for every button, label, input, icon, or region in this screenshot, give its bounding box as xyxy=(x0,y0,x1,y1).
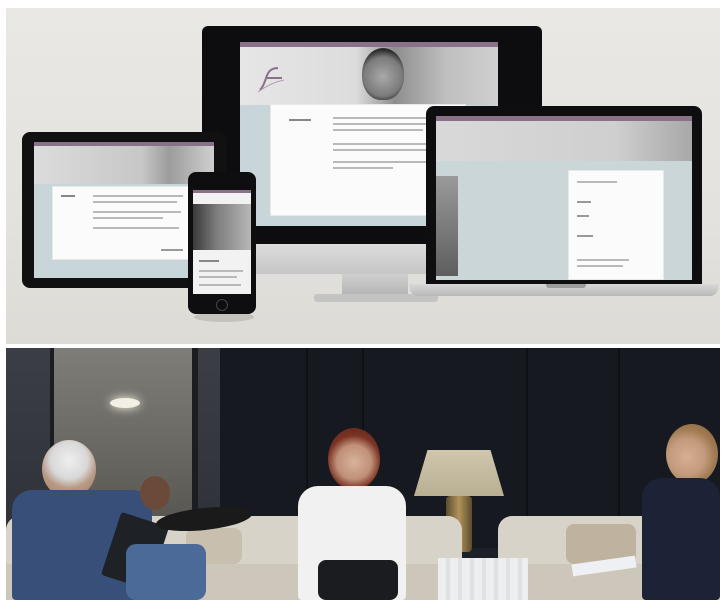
person-center-head xyxy=(328,428,380,490)
person-man-legs xyxy=(126,544,206,600)
device-mockup-panel xyxy=(6,8,720,344)
tablet-screen xyxy=(34,142,214,278)
smartphone xyxy=(188,172,256,314)
meeting-photo xyxy=(6,348,720,600)
site-logo-icon xyxy=(254,64,288,94)
content-card xyxy=(52,186,198,260)
content-card xyxy=(568,170,664,280)
site-hero-image xyxy=(436,121,692,161)
person-center-legs xyxy=(318,560,398,600)
laptop-notch xyxy=(546,284,586,288)
card-heading xyxy=(289,119,311,121)
person-right-body xyxy=(642,478,720,600)
ceiling-light xyxy=(110,398,140,408)
gift-box xyxy=(438,558,528,600)
phone-screen xyxy=(193,190,251,294)
portrait-photo xyxy=(362,48,404,100)
lamp-shade xyxy=(414,450,504,496)
laptop-screen xyxy=(436,116,692,280)
person-right-head xyxy=(666,424,718,484)
laptop xyxy=(426,106,702,284)
portrait-photo xyxy=(436,176,458,276)
site-header-bar xyxy=(193,190,251,193)
site-hero-image xyxy=(34,146,214,184)
home-button xyxy=(216,299,228,311)
person-background-head xyxy=(140,476,170,510)
portrait-photo xyxy=(193,204,251,250)
monitor-stand xyxy=(342,274,408,296)
